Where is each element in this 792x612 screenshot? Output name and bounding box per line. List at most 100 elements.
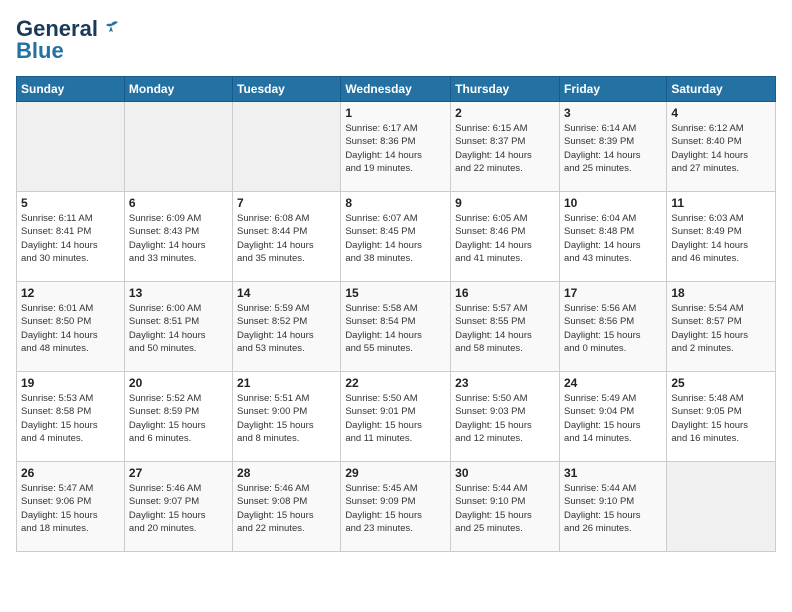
day-info: Sunrise: 5:44 AM Sunset: 9:10 PM Dayligh…: [564, 482, 662, 535]
calendar-cell: 2Sunrise: 6:15 AM Sunset: 8:37 PM Daylig…: [451, 102, 560, 192]
day-info: Sunrise: 6:03 AM Sunset: 8:49 PM Dayligh…: [671, 212, 771, 265]
calendar-week-2: 5 Sunrise: 6:11 AM Sunset: 8:41 PM Daylig…: [17, 192, 776, 282]
day-info: Sunrise: 5:47 AM Sunset: 9:06 PM Dayligh…: [21, 482, 120, 535]
calendar-table: SundayMondayTuesdayWednesdayThursdayFrid…: [16, 76, 776, 552]
calendar-header-thursday: Thursday: [451, 77, 560, 102]
calendar-cell: 3 Sunrise: 6:14 AM Sunset: 8:39 PM Daylig…: [559, 102, 666, 192]
day-number: 10: [564, 196, 662, 210]
day-info: Sunrise: 6:00 AM Sunset: 8:51 PM Dayligh…: [129, 302, 228, 355]
day-number: 11: [671, 196, 771, 210]
calendar-cell: 10 Sunrise: 6:04 AM Sunset: 8:48 PM Dayli…: [559, 192, 666, 282]
logo-bird-icon: [100, 18, 122, 40]
day-number: 12: [21, 286, 120, 300]
day-number: 14: [237, 286, 336, 300]
day-info: Sunrise: 6:11 AM Sunset: 8:41 PM Dayligh…: [21, 212, 120, 265]
day-info: Sunrise: 5:52 AM Sunset: 8:59 PM Dayligh…: [129, 392, 228, 445]
day-number: 22: [345, 376, 446, 390]
day-info: Sunrise: 6:09 AM Sunset: 8:43 PM Dayligh…: [129, 212, 228, 265]
day-number: 5: [21, 196, 120, 210]
day-info: Sunrise: 5:44 AM Sunset: 9:10 PM Dayligh…: [455, 482, 555, 535]
calendar-cell: 30 Sunrise: 5:44 AM Sunset: 9:10 PM Dayli…: [451, 462, 560, 552]
calendar-cell: 12 Sunrise: 6:01 AM Sunset: 8:50 PM Dayli…: [17, 282, 125, 372]
day-number: 3: [564, 106, 662, 120]
calendar-cell: [667, 462, 776, 552]
day-number: 8: [345, 196, 446, 210]
day-info: Sunrise: 5:57 AM Sunset: 8:55 PM Dayligh…: [455, 302, 555, 355]
day-number: 23: [455, 376, 555, 390]
calendar-cell: 20 Sunrise: 5:52 AM Sunset: 8:59 PM Dayli…: [124, 372, 232, 462]
day-number: 29: [345, 466, 446, 480]
day-info: Sunrise: 6:04 AM Sunset: 8:48 PM Dayligh…: [564, 212, 662, 265]
day-number: 26: [21, 466, 120, 480]
day-number: 13: [129, 286, 228, 300]
calendar-header-friday: Friday: [559, 77, 666, 102]
day-number: 31: [564, 466, 662, 480]
day-info: Sunrise: 5:56 AM Sunset: 8:56 PM Dayligh…: [564, 302, 662, 355]
calendar-header-monday: Monday: [124, 77, 232, 102]
calendar-cell: [233, 102, 341, 192]
day-number: 18: [671, 286, 771, 300]
calendar-cell: 6 Sunrise: 6:09 AM Sunset: 8:43 PM Daylig…: [124, 192, 232, 282]
day-number: 9: [455, 196, 555, 210]
day-info: Sunrise: 6:08 AM Sunset: 8:44 PM Dayligh…: [237, 212, 336, 265]
day-info: Sunrise: 5:54 AM Sunset: 8:57 PM Dayligh…: [671, 302, 771, 355]
calendar-cell: 31 Sunrise: 5:44 AM Sunset: 9:10 PM Dayli…: [559, 462, 666, 552]
day-info: Sunrise: 6:01 AM Sunset: 8:50 PM Dayligh…: [21, 302, 120, 355]
calendar-header-sunday: Sunday: [17, 77, 125, 102]
calendar-cell: 22 Sunrise: 5:50 AM Sunset: 9:01 PM Dayli…: [341, 372, 451, 462]
page-header: General Blue: [16, 16, 776, 64]
calendar-cell: 27Sunrise: 5:46 AM Sunset: 9:07 PM Dayli…: [124, 462, 232, 552]
day-number: 1: [345, 106, 446, 120]
calendar-cell: 8Sunrise: 6:07 AM Sunset: 8:45 PM Daylig…: [341, 192, 451, 282]
day-number: 30: [455, 466, 555, 480]
day-info: Sunrise: 6:05 AM Sunset: 8:46 PM Dayligh…: [455, 212, 555, 265]
day-number: 28: [237, 466, 336, 480]
day-info: Sunrise: 5:49 AM Sunset: 9:04 PM Dayligh…: [564, 392, 662, 445]
day-info: Sunrise: 5:59 AM Sunset: 8:52 PM Dayligh…: [237, 302, 336, 355]
calendar-week-4: 19Sunrise: 5:53 AM Sunset: 8:58 PM Dayli…: [17, 372, 776, 462]
day-info: Sunrise: 6:17 AM Sunset: 8:36 PM Dayligh…: [345, 122, 446, 175]
logo-blue: Blue: [16, 38, 64, 64]
calendar-cell: 9 Sunrise: 6:05 AM Sunset: 8:46 PM Daylig…: [451, 192, 560, 282]
calendar-cell: 1 Sunrise: 6:17 AM Sunset: 8:36 PM Daylig…: [341, 102, 451, 192]
calendar-cell: [17, 102, 125, 192]
day-number: 4: [671, 106, 771, 120]
calendar-header-tuesday: Tuesday: [233, 77, 341, 102]
calendar-cell: 26 Sunrise: 5:47 AM Sunset: 9:06 PM Dayli…: [17, 462, 125, 552]
day-info: Sunrise: 6:12 AM Sunset: 8:40 PM Dayligh…: [671, 122, 771, 175]
calendar-cell: 17 Sunrise: 5:56 AM Sunset: 8:56 PM Dayli…: [559, 282, 666, 372]
day-number: 27: [129, 466, 228, 480]
calendar-cell: 24 Sunrise: 5:49 AM Sunset: 9:04 PM Dayli…: [559, 372, 666, 462]
calendar-cell: 11 Sunrise: 6:03 AM Sunset: 8:49 PM Dayli…: [667, 192, 776, 282]
day-number: 20: [129, 376, 228, 390]
day-number: 6: [129, 196, 228, 210]
calendar-cell: 23 Sunrise: 5:50 AM Sunset: 9:03 PM Dayli…: [451, 372, 560, 462]
calendar-cell: 16 Sunrise: 5:57 AM Sunset: 8:55 PM Dayli…: [451, 282, 560, 372]
day-number: 15: [345, 286, 446, 300]
logo: General Blue: [16, 16, 122, 64]
day-number: 24: [564, 376, 662, 390]
day-info: Sunrise: 5:58 AM Sunset: 8:54 PM Dayligh…: [345, 302, 446, 355]
calendar-cell: 7Sunrise: 6:08 AM Sunset: 8:44 PM Daylig…: [233, 192, 341, 282]
day-info: Sunrise: 5:50 AM Sunset: 9:03 PM Dayligh…: [455, 392, 555, 445]
calendar-cell: 28 Sunrise: 5:46 AM Sunset: 9:08 PM Dayli…: [233, 462, 341, 552]
day-info: Sunrise: 5:48 AM Sunset: 9:05 PM Dayligh…: [671, 392, 771, 445]
calendar-cell: 15 Sunrise: 5:58 AM Sunset: 8:54 PM Dayli…: [341, 282, 451, 372]
day-number: 19: [21, 376, 120, 390]
day-info: Sunrise: 5:46 AM Sunset: 9:08 PM Dayligh…: [237, 482, 336, 535]
calendar-cell: 4 Sunrise: 6:12 AM Sunset: 8:40 PM Daylig…: [667, 102, 776, 192]
calendar-week-5: 26 Sunrise: 5:47 AM Sunset: 9:06 PM Dayli…: [17, 462, 776, 552]
day-info: Sunrise: 5:50 AM Sunset: 9:01 PM Dayligh…: [345, 392, 446, 445]
calendar-cell: 18 Sunrise: 5:54 AM Sunset: 8:57 PM Dayli…: [667, 282, 776, 372]
calendar-header-row: SundayMondayTuesdayWednesdayThursdayFrid…: [17, 77, 776, 102]
calendar-cell: 5 Sunrise: 6:11 AM Sunset: 8:41 PM Daylig…: [17, 192, 125, 282]
day-number: 17: [564, 286, 662, 300]
calendar-cell: 13 Sunrise: 6:00 AM Sunset: 8:51 PM Dayli…: [124, 282, 232, 372]
calendar-cell: 21Sunrise: 5:51 AM Sunset: 9:00 PM Dayli…: [233, 372, 341, 462]
day-number: 16: [455, 286, 555, 300]
calendar-header-saturday: Saturday: [667, 77, 776, 102]
calendar-cell: 29Sunrise: 5:45 AM Sunset: 9:09 PM Dayli…: [341, 462, 451, 552]
day-number: 2: [455, 106, 555, 120]
day-info: Sunrise: 6:14 AM Sunset: 8:39 PM Dayligh…: [564, 122, 662, 175]
calendar-cell: 19Sunrise: 5:53 AM Sunset: 8:58 PM Dayli…: [17, 372, 125, 462]
